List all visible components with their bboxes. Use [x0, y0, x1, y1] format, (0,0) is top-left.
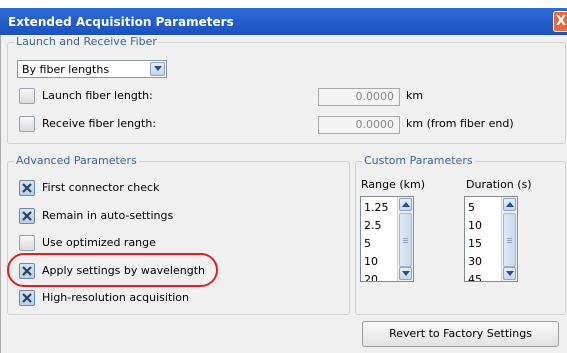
range-listbox[interactable]: 1.25 2.5 5 10 20 40 — [360, 196, 414, 282]
x-check-icon — [22, 293, 32, 303]
list-item[interactable]: 30 — [468, 255, 482, 268]
scroll-down-icon[interactable] — [503, 267, 516, 280]
high-resolution-acquisition-checkbox[interactable] — [19, 290, 35, 306]
scroll-thumb[interactable] — [399, 213, 412, 267]
range-column-header: Range (km) — [361, 178, 426, 191]
scroll-thumb[interactable] — [503, 213, 516, 267]
remain-auto-settings-checkbox[interactable] — [19, 208, 35, 224]
background-window-strip — [0, 0, 567, 8]
list-item[interactable]: 1.25 — [364, 201, 389, 214]
close-button[interactable]: X — [553, 11, 567, 32]
revert-to-factory-settings-button[interactable]: Revert to Factory Settings — [362, 321, 559, 347]
window-title: Extended Acquisition Parameters — [8, 15, 234, 29]
custom-parameters-legend: Custom Parameters — [362, 154, 475, 167]
receive-fiber-unit: km (from fiber end) — [406, 117, 514, 130]
list-item[interactable]: 10 — [364, 255, 378, 268]
list-item[interactable]: 45 — [468, 273, 482, 281]
launch-receive-legend: Launch and Receive Fiber — [14, 35, 159, 48]
use-optimized-range-checkbox[interactable] — [19, 235, 35, 251]
launch-fiber-checkbox[interactable] — [19, 88, 35, 104]
list-item[interactable]: 10 — [468, 219, 482, 232]
list-item[interactable]: 20 — [364, 273, 378, 281]
range-scrollbar[interactable] — [397, 197, 413, 281]
use-optimized-range-label: Use optimized range — [42, 236, 156, 249]
list-item[interactable]: 5 — [364, 237, 371, 250]
scroll-up-icon[interactable] — [399, 198, 412, 211]
launch-fiber-unit: km — [406, 89, 424, 102]
list-item[interactable]: 2.5 — [364, 219, 382, 232]
receive-fiber-checkbox[interactable] — [19, 116, 35, 132]
scroll-down-icon[interactable] — [399, 267, 412, 280]
advanced-parameters-legend: Advanced Parameters — [14, 154, 139, 167]
chevron-down-icon[interactable] — [150, 62, 165, 76]
launch-fiber-length-field[interactable]: 0.0000 — [318, 88, 400, 106]
x-check-icon — [22, 183, 32, 193]
scroll-up-icon[interactable] — [503, 198, 516, 211]
high-resolution-acquisition-label: High-resolution acquisition — [42, 291, 190, 304]
highlight-ring — [7, 253, 218, 287]
duration-listbox[interactable]: 5 10 15 30 45 60 — [464, 196, 518, 282]
fiber-mode-select[interactable]: By fiber lengths — [17, 60, 167, 78]
fiber-mode-value: By fiber lengths — [22, 63, 110, 76]
first-connector-check-checkbox[interactable] — [19, 180, 35, 196]
duration-column-header: Duration (s) — [466, 178, 532, 191]
x-check-icon — [22, 211, 32, 221]
receive-fiber-label: Receive fiber length: — [42, 117, 157, 130]
duration-scrollbar[interactable] — [501, 197, 517, 281]
receive-fiber-length-field[interactable]: 0.0000 — [318, 116, 400, 134]
launch-fiber-label: Launch fiber length: — [42, 89, 153, 102]
list-item[interactable]: 15 — [468, 237, 482, 250]
first-connector-check-label: First connector check — [42, 181, 160, 194]
list-item[interactable]: 5 — [468, 201, 475, 214]
remain-auto-settings-label: Remain in auto-settings — [42, 209, 174, 222]
